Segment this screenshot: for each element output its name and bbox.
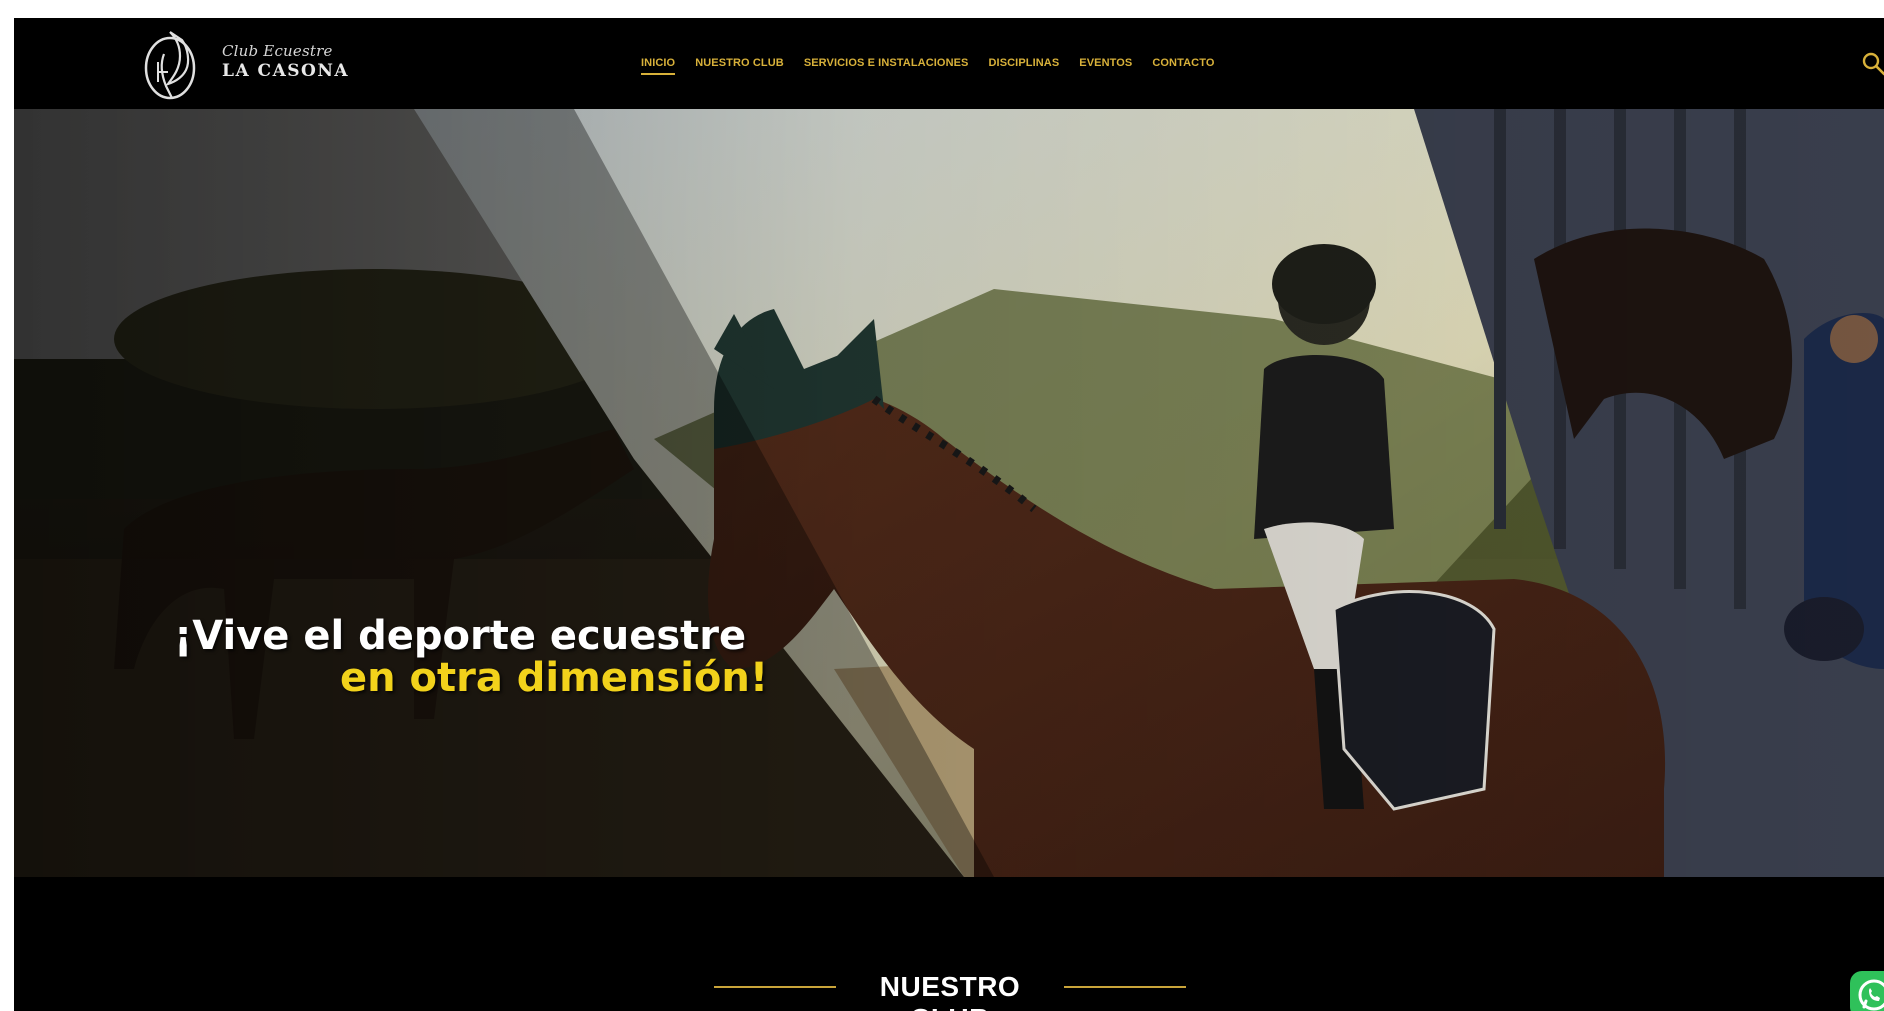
top-navigation-bar: Club Ecuestre LA CASONA INICIO NUESTRO C… — [14, 18, 1884, 109]
hero-photo-collage — [14, 109, 1884, 877]
logo-subtitle: Club Ecuestre — [222, 42, 333, 60]
nav-item-nuestro-club[interactable]: NUESTRO CLUB — [695, 57, 784, 75]
logo-title: LA CASONA — [222, 61, 350, 81]
nav-item-eventos[interactable]: EVENTOS — [1079, 57, 1132, 75]
search-icon[interactable] — [1860, 50, 1884, 78]
nav-item-disciplinas[interactable]: DISCIPLINAS — [989, 57, 1060, 75]
hero-tagline-line-2: en otra dimensión! — [340, 655, 769, 701]
hero-tagline-line-1: ¡Vive el deporte ecuestre — [174, 613, 747, 659]
section-divider-left — [714, 986, 836, 988]
nav-item-contacto[interactable]: CONTACTO — [1152, 57, 1214, 75]
whatsapp-icon — [1858, 979, 1884, 1011]
section-divider-right — [1064, 986, 1186, 988]
section-title: NUESTRO CLUB — [879, 971, 1021, 1011]
page: Club Ecuestre LA CASONA INICIO NUESTRO C… — [14, 18, 1884, 1011]
nav-item-servicios[interactable]: SERVICIOS E INSTALACIONES — [804, 57, 969, 75]
nuestro-club-section: NUESTRO CLUB — [14, 877, 1884, 1011]
main-menu: INICIO NUESTRO CLUB SERVICIOS E INSTALAC… — [641, 57, 1214, 75]
horse-head-logo-icon — [144, 31, 196, 100]
hero-banner: ¡Vive el deporte ecuestre en otra dimens… — [14, 109, 1884, 877]
whatsapp-button[interactable] — [1850, 971, 1884, 1011]
club-logo[interactable]: Club Ecuestre LA CASONA — [140, 24, 360, 104]
nav-item-inicio[interactable]: INICIO — [641, 57, 676, 75]
